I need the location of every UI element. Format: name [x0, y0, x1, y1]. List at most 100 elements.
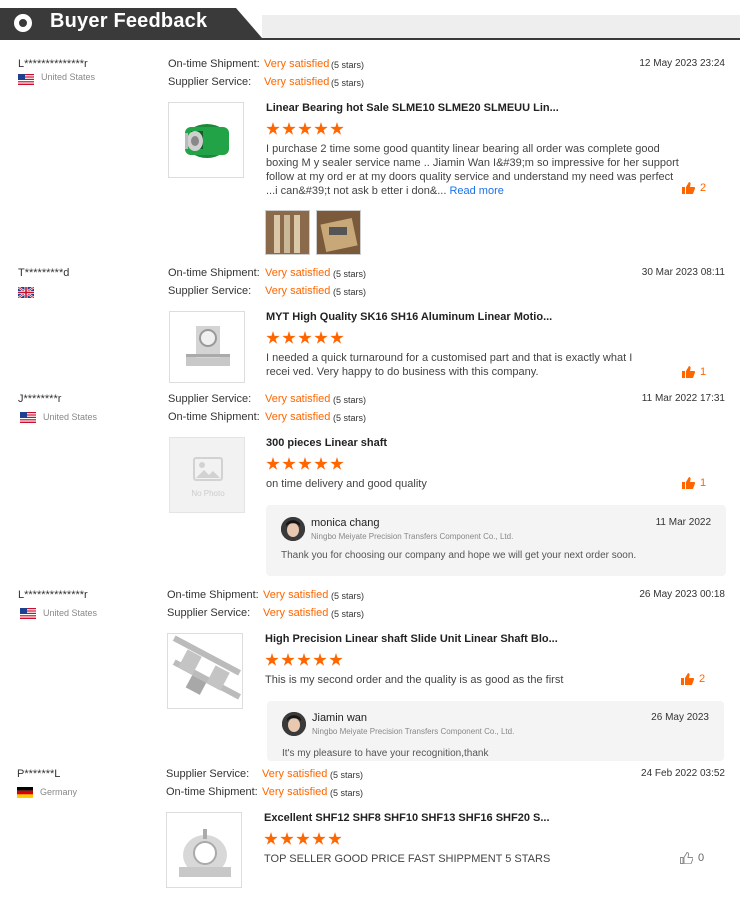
product-title-link[interactable]: High Precision Linear shaft Slide Unit L… — [265, 633, 558, 645]
avatar — [282, 712, 306, 736]
review-text: TOP SELLER GOOD PRICE FAST SHIPPMENT 5 S… — [264, 853, 551, 865]
seller-reply: monica chang Ningbo Meiyate Precision Tr… — [266, 505, 726, 576]
thumbs-up-icon — [682, 182, 695, 194]
reviewer-name: L**************r — [18, 58, 88, 70]
ontime-value: Very satisfied — [265, 411, 331, 423]
germany-flag-icon — [17, 787, 33, 798]
ontime-value: Very satisfied — [263, 589, 329, 601]
us-flag-icon — [20, 608, 36, 619]
review-item: J********r United States Supplier Servic… — [0, 393, 740, 583]
star-icon — [330, 331, 344, 344]
product-title-link[interactable]: 300 pieces Linear shaft — [266, 437, 387, 449]
thumbs-up-icon — [682, 477, 695, 489]
rating-stars — [266, 457, 344, 471]
service-value: Very satisfied — [263, 607, 329, 619]
seller-reply: Jiamin wan Ningbo Meiyate Precision Tran… — [267, 701, 724, 761]
product-thumbnail[interactable] — [167, 633, 243, 709]
star-icon — [314, 457, 328, 470]
service-label: Supplier Service: — [168, 285, 252, 297]
star-icon — [298, 122, 312, 135]
no-photo-label: No Photo — [191, 489, 225, 498]
section-header: Buyer Feedback — [0, 0, 740, 44]
star-icon — [329, 653, 343, 666]
star-icon — [264, 832, 278, 845]
like-button[interactable]: 2 — [681, 673, 705, 685]
ontime-stars: (5 stars) — [333, 413, 367, 423]
us-flag-icon — [18, 74, 34, 85]
star-icon — [330, 457, 344, 470]
thumbs-up-icon — [682, 366, 695, 378]
review-date: 12 May 2023 23:24 — [639, 58, 725, 69]
reviewer-name: L**************r — [18, 589, 88, 601]
service-stars: (5 stars) — [331, 609, 365, 619]
like-button[interactable]: 2 — [682, 182, 706, 194]
read-more-link[interactable]: Read more — [449, 185, 503, 197]
reply-company: Ningbo Meiyate Precision Transfers Compo… — [312, 727, 515, 736]
section-title: Buyer Feedback — [50, 10, 208, 32]
product-thumbnail[interactable] — [168, 102, 244, 178]
like-count: 0 — [698, 852, 705, 864]
star-icon — [282, 457, 296, 470]
ontime-stars: (5 stars) — [333, 269, 367, 279]
review-item: L**************r United States On-time S… — [0, 58, 740, 258]
service-stars: (5 stars) — [333, 395, 367, 405]
ontime-label: On-time Shipment: — [168, 411, 260, 423]
reviewer-name: T*********d — [18, 267, 70, 279]
product-title-link[interactable]: Excellent SHF12 SHF8 SHF10 SHF13 SHF16 S… — [264, 812, 550, 824]
like-count: 1 — [700, 477, 707, 489]
like-count: 2 — [699, 673, 706, 685]
review-item: T*********d On-time Shipment: Very satis… — [0, 267, 740, 387]
star-icon — [282, 122, 296, 135]
service-value: Very satisfied — [265, 285, 331, 297]
reply-author: monica chang — [311, 517, 380, 529]
service-value: Very satisfied — [264, 76, 330, 88]
reviewer-country: United States — [43, 412, 98, 422]
rating-stars — [264, 832, 342, 846]
review-text: This is my second order and the quality … — [265, 674, 564, 686]
star-icon — [282, 331, 296, 344]
ontime-value: Very satisfied — [264, 58, 330, 70]
service-label: Supplier Service: — [166, 768, 250, 780]
like-count: 1 — [700, 366, 707, 378]
ontime-label: On-time Shipment: — [166, 786, 258, 798]
reply-text: It's my pleasure to have your recognitio… — [282, 748, 489, 759]
star-icon — [314, 331, 328, 344]
service-stars: (5 stars) — [333, 287, 367, 297]
star-icon — [328, 832, 342, 845]
no-photo-icon — [193, 457, 223, 481]
ontime-label: On-time Shipment: — [168, 58, 260, 70]
reply-company: Ningbo Meiyate Precision Transfers Compo… — [311, 532, 514, 541]
like-button[interactable]: 1 — [682, 366, 706, 378]
star-icon — [296, 832, 310, 845]
ontime-label: On-time Shipment: — [168, 267, 260, 279]
like-button[interactable]: 1 — [682, 477, 706, 489]
thumbs-up-icon — [681, 673, 694, 685]
review-item: P*******L Germany Supplier Service: Very… — [0, 768, 740, 900]
product-title-link[interactable]: MYT High Quality SK16 SH16 Aluminum Line… — [266, 311, 552, 323]
reviewer-name: J********r — [18, 393, 62, 405]
reviewer-name: P*******L — [17, 768, 61, 780]
star-icon — [297, 653, 311, 666]
review-photo[interactable] — [316, 210, 361, 255]
review-text: I purchase 2 time some good quantity lin… — [266, 142, 682, 198]
reply-date: 26 May 2023 — [651, 712, 709, 723]
product-thumbnail[interactable]: No Photo — [169, 437, 245, 513]
service-value: Very satisfied — [262, 768, 328, 780]
review-text: I needed a quick turnaround for a custom… — [266, 352, 633, 378]
review-date: 11 Mar 2022 17:31 — [641, 393, 725, 404]
star-icon — [330, 122, 344, 135]
review-photo[interactable] — [265, 210, 310, 255]
star-icon — [266, 331, 280, 344]
service-stars: (5 stars) — [331, 78, 365, 88]
reply-author: Jiamin wan — [312, 712, 368, 724]
product-thumbnail[interactable] — [166, 812, 242, 888]
product-thumbnail[interactable] — [169, 311, 245, 383]
service-stars: (5 stars) — [330, 770, 364, 780]
star-icon — [265, 653, 279, 666]
circle-icon — [14, 14, 32, 32]
reviewer-country: United States — [41, 72, 96, 82]
reply-date: 11 Mar 2022 — [655, 517, 711, 528]
rating-stars — [266, 331, 344, 345]
like-button[interactable]: 0 — [680, 852, 704, 864]
product-title-link[interactable]: Linear Bearing hot Sale SLME10 SLME20 SL… — [266, 102, 559, 114]
